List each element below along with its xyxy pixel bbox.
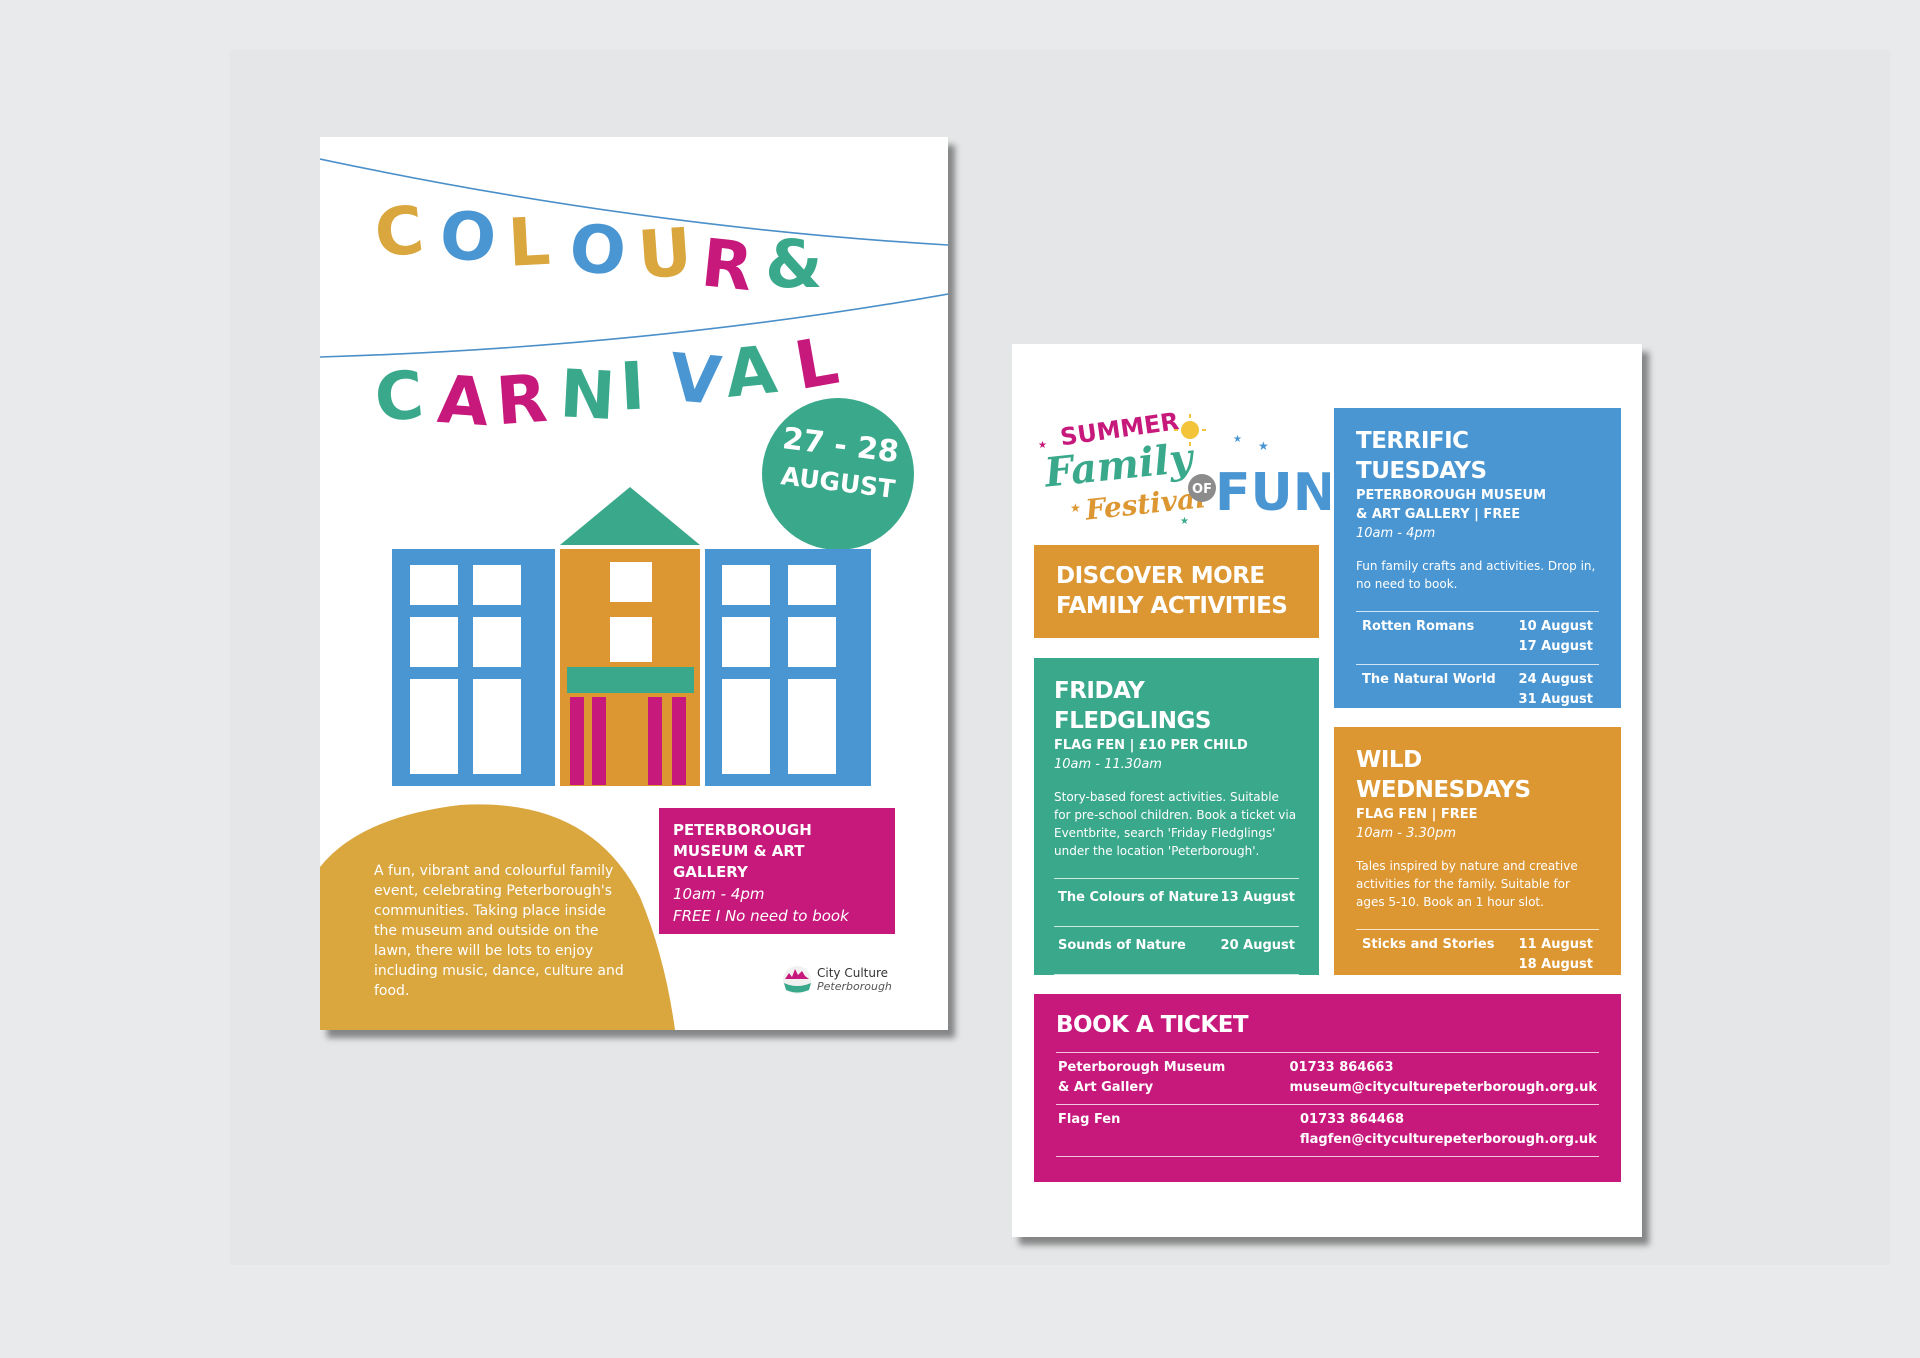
svg-text:★: ★	[1038, 440, 1047, 451]
friday-sessions: The Colours of Nature 13 August Sounds o…	[1054, 878, 1299, 975]
title-line1-c1: C	[371, 191, 427, 273]
booking-contact: 01733 864663 museum@cityculturepeterboro…	[1289, 1060, 1597, 1095]
session-name: The Natural World	[1362, 672, 1496, 687]
svg-text:★: ★	[1180, 516, 1189, 527]
wednesday-subtitle: FLAG FEN | FREE	[1356, 807, 1478, 822]
venue-price: FREE I No need to book	[673, 907, 849, 925]
tuesday-sessions: Rotten Romans 10 August 17 August The Na…	[1356, 611, 1599, 718]
title-letters: C O L O U R & C A R N I V A L	[371, 191, 844, 441]
session-dates: 20 August	[1220, 938, 1295, 953]
title-line2-c2: A	[435, 361, 491, 441]
tuesday-description: Fun family crafts and activities. Drop i…	[1356, 559, 1596, 591]
session-name: Sounds of Nature	[1058, 938, 1186, 953]
session-name: Rotten Romans	[1362, 619, 1475, 634]
book-a-ticket-panel: BOOK A TICKET Peterborough Museum & Art …	[1034, 994, 1621, 1182]
svg-text:★: ★	[1070, 501, 1081, 515]
book-title: BOOK A TICKET	[1056, 1012, 1249, 1038]
venue-name: PETERBOROUGH MUSEUM & ART GALLERY	[673, 821, 812, 881]
title-line1-c3: L	[506, 203, 552, 282]
event-description: A fun, vibrant and colourful family even…	[374, 863, 624, 999]
wild-wednesdays-panel: WILD WEDNESDAYS FLAG FEN | FREE 10am - 3…	[1334, 727, 1621, 983]
friday-fledglings-panel: FRIDAY FLEDGLINGS FLAG FEN | £10 PER CHI…	[1034, 658, 1319, 975]
wednesday-sessions: Sticks and Stories 11 August 18 August	[1356, 929, 1599, 983]
booking-row: Peterborough Museum & Art Gallery 01733 …	[1056, 1052, 1599, 1104]
booking-venue: Flag Fen	[1058, 1112, 1121, 1127]
venue-box: PETERBOROUGH MUSEUM & ART GALLERY 10am -…	[659, 808, 895, 934]
summer-family-flyer: SUMMER Family Festival OF FUN ★ ★ ★ ★ ★ …	[1012, 344, 1642, 1237]
title-line1-c4: O	[567, 209, 630, 291]
title-line2-c3: R	[494, 360, 550, 440]
booking-row: Flag Fen 01733 864468 flagfen@citycultur…	[1056, 1104, 1599, 1157]
logo-title: City Culture	[817, 966, 889, 980]
session-row: Rotten Romans 10 August 17 August	[1356, 612, 1599, 665]
title-line2-c6: V	[667, 339, 725, 420]
title-line2-c7: A	[721, 331, 780, 413]
title-line2-c4: N	[558, 355, 617, 435]
booking-contact: 01733 864468 flagfen@cityculturepeterbor…	[1300, 1112, 1597, 1147]
friday-time: 10am - 11.30am	[1054, 757, 1162, 772]
tuesday-time: 10am - 4pm	[1356, 526, 1436, 541]
city-culture-logo-icon	[783, 966, 811, 994]
friday-title: FRIDAY FLEDGLINGS	[1054, 678, 1211, 734]
discover-more-panel: DISCOVER MORE FAMILY ACTIVITIES	[1034, 545, 1319, 638]
terrific-tuesdays-panel: TERRIFIC TUESDAYS PETERBOROUGH MUSEUM & …	[1334, 408, 1621, 718]
title-line1-c2: O	[437, 197, 498, 278]
title-line2-c5: I	[618, 348, 647, 426]
tuesday-subtitle: PETERBOROUGH MUSEUM & ART GALLERY | FREE	[1356, 488, 1547, 522]
city-culture-logo: City Culture Peterborough	[781, 963, 901, 997]
session-row: Sounds of Nature 20 August	[1054, 927, 1299, 975]
session-dates: 13 August	[1220, 890, 1295, 905]
venue-time: 10am - 4pm	[673, 885, 765, 903]
title-line1-c5: U	[636, 214, 695, 295]
svg-text:★: ★	[1258, 439, 1269, 453]
title-line2-c1: C	[372, 356, 427, 437]
colour-carnival-poster: C O L O U R & C A R N I V A L 27 - 28 AU…	[320, 137, 948, 1030]
svg-text:★: ★	[1233, 434, 1242, 445]
title-line2-c8: L	[789, 322, 844, 405]
session-name: The Colours of Nature	[1058, 890, 1219, 905]
wednesday-time: 10am - 3.30pm	[1356, 826, 1456, 841]
title-line1-c7: &	[765, 226, 823, 303]
wednesday-title: WILD WEDNESDAYS	[1356, 747, 1531, 803]
logo-fun: FUN	[1215, 463, 1330, 523]
summer-family-festival-logo: SUMMER Family Festival OF FUN ★ ★ ★ ★ ★	[1038, 407, 1330, 527]
booking-venue: Peterborough Museum & Art Gallery	[1058, 1060, 1226, 1095]
session-row: The Natural World 24 August 31 August	[1356, 665, 1599, 718]
friday-subtitle: FLAG FEN | £10 PER CHILD	[1054, 738, 1248, 753]
logo-subtitle: Peterborough	[817, 980, 892, 993]
session-dates: 10 August 17 August	[1518, 619, 1593, 654]
tuesday-title: TERRIFIC TUESDAYS	[1356, 428, 1487, 484]
discover-title: DISCOVER MORE FAMILY ACTIVITIES	[1056, 563, 1288, 619]
session-name: Sticks and Stories	[1362, 937, 1495, 952]
session-row: The Colours of Nature 13 August	[1054, 879, 1299, 927]
session-row: Sticks and Stories 11 August 18 August	[1356, 930, 1599, 983]
friday-description: Story-based forest activities. Suitable …	[1054, 790, 1297, 858]
session-dates: 11 August 18 August	[1518, 937, 1593, 972]
logo-of: OF	[1192, 482, 1212, 497]
title-line1-c6: R	[698, 224, 757, 306]
session-dates: 24 August 31 August	[1518, 672, 1593, 707]
wednesday-description: Tales inspired by nature and creative ac…	[1356, 859, 1578, 909]
